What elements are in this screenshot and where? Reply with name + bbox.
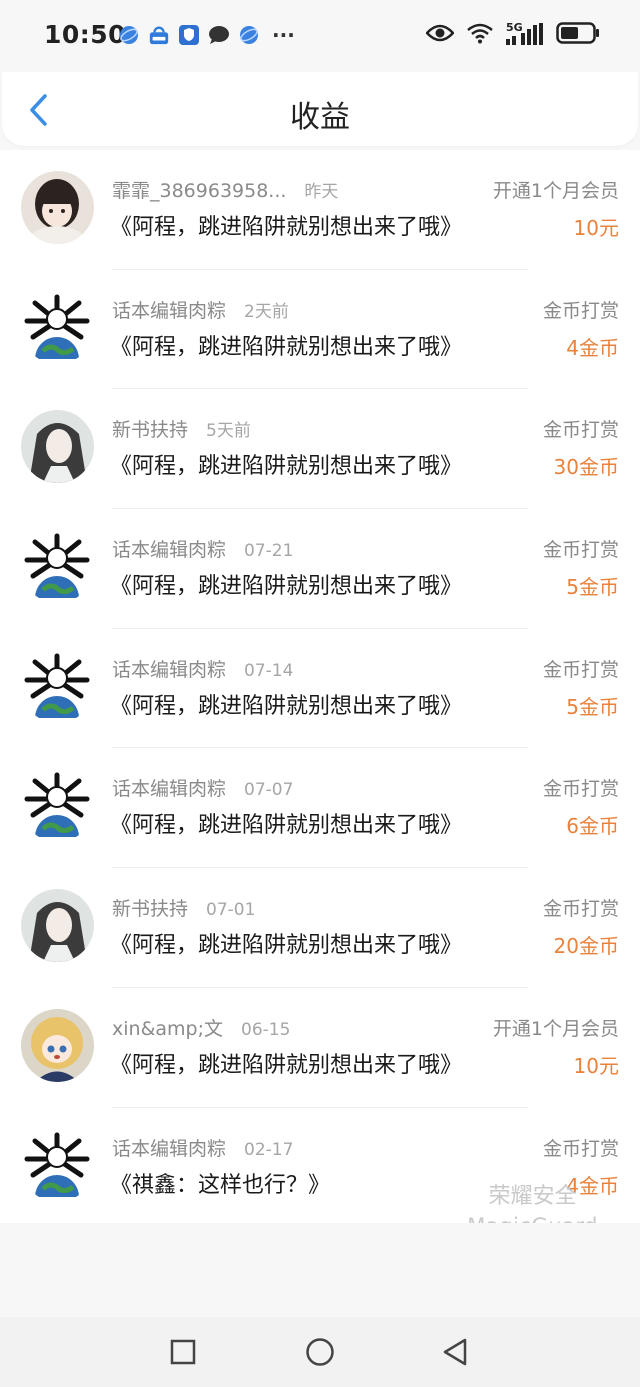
book-title: 《祺鑫：这样也行？》 xyxy=(110,1172,331,1198)
book-title: 《阿程，跳进陷阱就别想出来了哦》 xyxy=(110,933,463,959)
book-title: 《阿程，跳进陷阱就别想出来了哦》 xyxy=(110,334,463,360)
list-item[interactable]: 霏霏_386963958... 昨天 《阿程，跳进陷阱就别想出来了哦》 开通1个… xyxy=(0,150,640,270)
book-title: 《阿程，跳进陷阱就别想出来了哦》 xyxy=(110,454,463,480)
earning-type: 金币打赏 xyxy=(542,299,619,322)
user-name: 话本编辑肉粽 xyxy=(112,778,227,801)
watermark-line1: 荣耀安全 xyxy=(488,1184,577,1209)
avatar xyxy=(21,410,94,484)
time-label: 07-21 xyxy=(244,541,294,562)
list-item[interactable]: 话本编辑肉粽 2天前 《阿程，跳进陷阱就别想出来了哦》 金币打赏 4金币 xyxy=(0,270,640,390)
earning-amount: 4金币 xyxy=(566,335,619,360)
back-nav-button[interactable] xyxy=(440,1337,470,1367)
meta-line: 话本编辑肉粽 07-14 xyxy=(112,655,293,682)
earning-type: 金币打赏 xyxy=(542,419,619,442)
browser-icon xyxy=(238,24,260,46)
earning-amount: 6金币 xyxy=(566,814,619,839)
circle-icon xyxy=(306,1338,334,1366)
screen: 10:50 ··· 5G 收益 霏霏_386963958... 昨天 《阿程，跳… xyxy=(0,0,640,1387)
time-label: 02-17 xyxy=(244,1139,294,1160)
meta-line: 话本编辑肉粽 07-21 xyxy=(112,535,293,562)
earning-amount: 5金币 xyxy=(566,575,619,600)
earnings-list: 霏霏_386963958... 昨天 《阿程，跳进陷阱就别想出来了哦》 开通1个… xyxy=(0,150,640,1223)
list-item[interactable]: 新书扶持 5天前 《阿程，跳进陷阱就别想出来了哦》 金币打赏 30金币 xyxy=(0,389,640,510)
earning-amount: 10元 xyxy=(573,1053,619,1078)
avatar xyxy=(21,530,94,604)
user-name: 话本编辑肉粽 xyxy=(112,658,227,681)
battery-icon xyxy=(556,22,600,48)
user-name: 话本编辑肉粽 xyxy=(112,299,227,322)
earning-amount: 30金币 xyxy=(553,455,619,480)
avatar xyxy=(21,649,94,723)
list-item[interactable]: 话本编辑肉粽 07-14 《阿程，跳进陷阱就别想出来了哦》 金币打赏 5金币 xyxy=(0,629,640,749)
list-item[interactable]: xin&amp;文 06-15 《阿程，跳进陷阱就别想出来了哦》 开通1个月会员… xyxy=(0,988,640,1108)
empty-area xyxy=(0,1223,640,1317)
meta-line: 新书扶持 07-01 xyxy=(112,894,255,921)
chat-icon xyxy=(208,24,230,46)
time-label: 07-14 xyxy=(244,660,294,681)
earning-type: 金币打赏 xyxy=(542,539,619,562)
book-title: 《阿程，跳进陷阱就别想出来了哦》 xyxy=(110,1052,463,1078)
time-label: 07-01 xyxy=(206,900,256,921)
avatar xyxy=(21,1128,94,1202)
browser-icon xyxy=(118,24,140,46)
wifi-icon xyxy=(466,22,494,48)
avatar xyxy=(21,1008,94,1082)
user-name: 话本编辑肉粽 xyxy=(112,539,227,562)
earning-type: 金币打赏 xyxy=(542,778,619,801)
avatar xyxy=(21,769,94,843)
system-icons: 5G xyxy=(425,21,600,48)
page-title: 收益 xyxy=(290,100,350,135)
list-item[interactable]: 新书扶持 07-01 《阿程，跳进陷阱就别想出来了哦》 金币打赏 20金币 xyxy=(0,868,640,988)
user-name: 话本编辑肉粽 xyxy=(112,1137,227,1160)
book-title: 《阿程，跳进陷阱就别想出来了哦》 xyxy=(110,693,463,719)
user-name: xin&amp;文 xyxy=(112,1017,223,1040)
time-label: 5天前 xyxy=(206,421,251,442)
meta-line: 霏霏_386963958... 昨天 xyxy=(112,176,338,203)
time-label: 2天前 xyxy=(244,301,289,322)
home-button[interactable] xyxy=(305,1337,335,1367)
status-time: 10:50 xyxy=(44,20,127,49)
time-label: 昨天 xyxy=(304,182,339,202)
header: 收益 xyxy=(2,72,638,146)
book-title: 《阿程，跳进陷阱就别想出来了哦》 xyxy=(110,813,463,839)
earning-type: 金币打赏 xyxy=(542,1137,619,1160)
earning-amount: 5金币 xyxy=(566,694,619,719)
recents-button[interactable] xyxy=(168,1337,198,1367)
meta-line: 话本编辑肉粽 02-17 xyxy=(112,1134,293,1161)
eye-icon xyxy=(425,23,455,47)
earning-amount: 10元 xyxy=(573,216,619,240)
earning-amount: 20金币 xyxy=(553,934,619,959)
user-name: 新书扶持 xyxy=(112,419,189,442)
meta-line: xin&amp;文 06-15 xyxy=(112,1014,290,1041)
meta-line: 话本编辑肉粽 2天前 xyxy=(112,296,289,323)
meta-line: 话本编辑肉粽 07-07 xyxy=(112,774,293,801)
user-name: 新书扶持 xyxy=(112,898,189,921)
notification-icons: ··· xyxy=(118,23,295,47)
avatar xyxy=(21,290,94,364)
more-notifications: ··· xyxy=(272,23,295,47)
earning-type: 金币打赏 xyxy=(542,898,619,921)
earning-type: 开通1个月会员 xyxy=(492,1017,619,1040)
security-icon xyxy=(178,24,200,46)
earning-type: 金币打赏 xyxy=(542,658,619,681)
avatar xyxy=(21,889,94,963)
book-title: 《阿程，跳进陷阱就别想出来了哦》 xyxy=(110,574,463,600)
time-label: 06-15 xyxy=(241,1019,291,1040)
system-nav-bar xyxy=(0,1317,640,1387)
avatar xyxy=(21,171,94,244)
list-item[interactable]: 话本编辑肉粽 07-21 《阿程，跳进陷阱就别想出来了哦》 金币打赏 5金币 xyxy=(0,509,640,629)
meta-line: 新书扶持 5天前 xyxy=(112,415,251,442)
status-bar: 10:50 ··· 5G xyxy=(0,0,640,72)
time-label: 07-07 xyxy=(244,780,294,801)
book-title: 《阿程，跳进陷阱就别想出来了哦》 xyxy=(110,215,463,240)
square-icon xyxy=(170,1339,196,1365)
signal-5g-icon: 5G xyxy=(506,21,544,47)
earning-type: 开通1个月会员 xyxy=(492,180,619,202)
user-name: 霏霏_386963958... xyxy=(112,180,287,202)
cloud-backup-icon xyxy=(148,24,170,46)
list-item[interactable]: 话本编辑肉粽 07-07 《阿程，跳进陷阱就别想出来了哦》 金币打赏 6金币 xyxy=(0,748,640,869)
triangle-back-icon xyxy=(443,1338,467,1366)
